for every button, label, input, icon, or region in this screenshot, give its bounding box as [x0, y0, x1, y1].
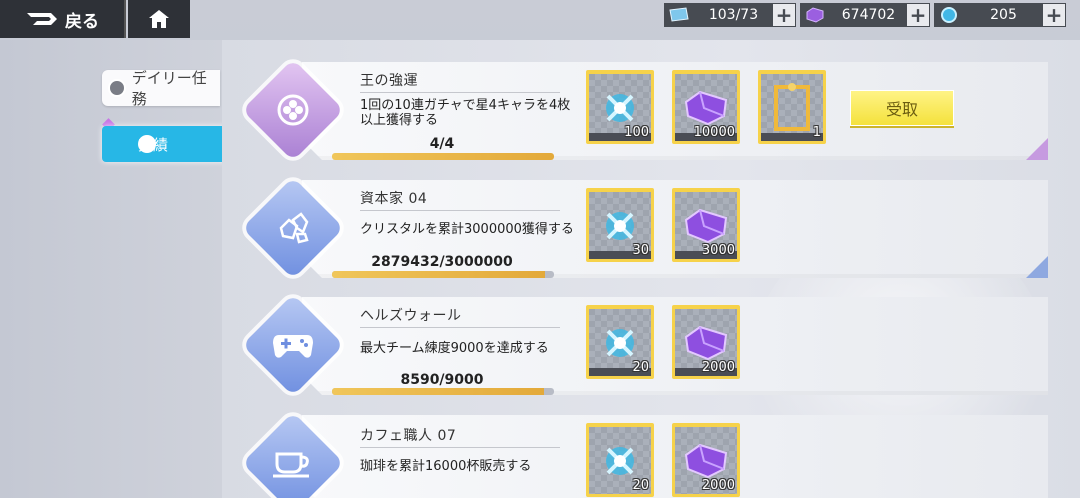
crystal-resource: 674702 + [800, 3, 930, 27]
reward-crystal[interactable]: 2000 [672, 305, 740, 379]
achievement-title: 王の強運 [360, 73, 418, 89]
back-label: 戻る [65, 11, 99, 32]
blue-orb-icon [598, 321, 642, 365]
ticket-count: 103/73 [708, 7, 759, 23]
title-divider [360, 447, 560, 448]
progress-bar [332, 388, 554, 395]
top-bar: 戻る 103/73 + 674702 + 205 + [0, 0, 1080, 40]
achievement-title: 資本家 04 [360, 191, 428, 207]
achievement-title: ヘルズウォール [360, 308, 462, 324]
home-button[interactable] [128, 0, 190, 38]
progress-text: 4/4 [429, 136, 455, 152]
title-divider [360, 92, 560, 93]
gamepad-icon [273, 335, 313, 358]
crystal-icon [800, 7, 830, 23]
tab-achievements[interactable]: 実績 [102, 126, 240, 162]
blue-orb-icon [598, 439, 642, 483]
reward-orb[interactable]: 20 [586, 305, 654, 379]
achievement-row: ヘルズウォール 最大チーム練度9000を達成する 8590/9000 20 20… [302, 297, 1048, 395]
claim-button[interactable]: 受取 [850, 90, 954, 126]
crystal-count: 674702 [841, 7, 896, 23]
orb-icon [934, 5, 964, 25]
home-icon [149, 10, 169, 28]
clover-icon [277, 94, 309, 126]
reward-crystal[interactable]: 2000 [672, 423, 740, 497]
ticket-resource: 103/73 + [664, 3, 796, 27]
achievement-description: 珈琲を累計16000杯販売する [360, 459, 532, 474]
ticket-icon [664, 7, 694, 23]
reward-count: 2000 [701, 360, 735, 375]
tab-daily-missions[interactable]: デイリー任務 [102, 69, 220, 108]
orb-count: 205 [990, 7, 1017, 23]
back-button[interactable]: 戻る [0, 0, 126, 38]
tab-daily-label: デイリー任務 [131, 69, 207, 108]
reward-orb[interactable]: 30 [586, 188, 654, 262]
reward-count: 30 [632, 243, 649, 258]
achievement-title: カフェ職人 07 [360, 428, 457, 444]
reward-orb[interactable]: 100 [586, 70, 654, 144]
purple-crystal-icon [682, 90, 730, 126]
reward-frame[interactable]: 1 [758, 70, 826, 144]
blue-orb-icon [598, 86, 642, 130]
achievement-row: カフェ職人 07 珈琲を累計16000杯販売する 20 2000 [302, 415, 1048, 498]
achievement-row: 王の強運 1回の10連ガチャで星4キャラを4枚 以上獲得する 4/4 100 1… [302, 62, 1048, 160]
reward-count: 20 [632, 478, 649, 493]
daily-tab-icon [108, 79, 126, 97]
crystals-icon [279, 212, 309, 244]
gold-frame-icon [772, 83, 812, 133]
reward-count: 1 [812, 125, 821, 140]
purple-crystal-icon [682, 325, 730, 361]
progress-bar [332, 271, 554, 278]
achievement-list[interactable]: 王の強運 1回の10連ガチャで星4キャラを4枚 以上獲得する 4/4 100 1… [222, 40, 1080, 498]
title-divider [360, 327, 560, 328]
add-orb-button[interactable]: + [1043, 3, 1065, 27]
achievement-row: 資本家 04 クリスタルを累計3000000獲得する 2879432/30000… [302, 180, 1048, 278]
progress-bar [332, 153, 554, 160]
purple-crystal-icon [682, 443, 730, 479]
reward-count: 100 [624, 125, 649, 140]
achievement-tab-icon [138, 135, 156, 153]
orb-resource: 205 + [934, 3, 1066, 27]
add-crystal-button[interactable]: + [907, 3, 929, 27]
progress-text: 2879432/3000000 [371, 254, 513, 270]
achievement-description: 最大チーム練度9000を達成する [360, 341, 549, 356]
blue-orb-icon [598, 204, 642, 248]
reward-crystal[interactable]: 10000 [672, 70, 740, 144]
reward-count: 2000 [701, 478, 735, 493]
back-arrow-icon [27, 13, 57, 25]
purple-crystal-icon [682, 208, 730, 244]
reward-crystal[interactable]: 3000 [672, 188, 740, 262]
add-ticket-button[interactable]: + [773, 3, 795, 27]
reward-count: 3000 [701, 243, 735, 258]
progress-text: 8590/9000 [400, 372, 484, 388]
reward-count: 10000 [693, 125, 735, 140]
achievement-description: クリスタルを累計3000000獲得する [360, 222, 574, 237]
achievement-description: 1回の10連ガチャで星4キャラを4枚 以上獲得する [360, 98, 571, 128]
reward-count: 20 [632, 360, 649, 375]
title-divider [360, 210, 560, 211]
coffee-cup-icon [273, 452, 309, 478]
reward-orb[interactable]: 20 [586, 423, 654, 497]
